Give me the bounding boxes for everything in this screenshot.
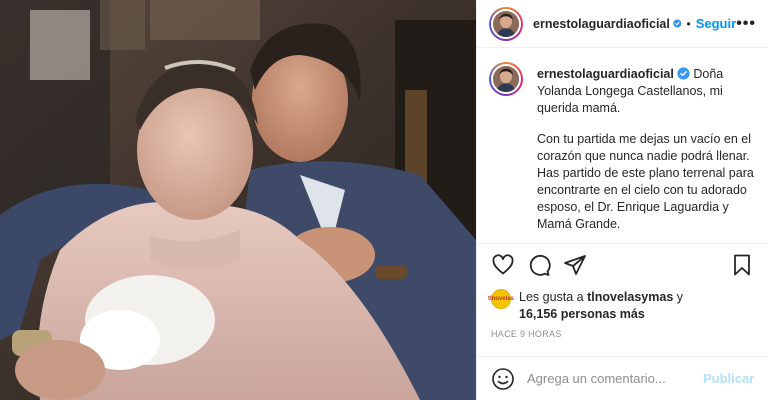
publish-button[interactable]: Publicar bbox=[703, 371, 754, 386]
post-header: ernestolaguardiaoficial • Seguir ••• bbox=[477, 0, 768, 48]
post-timestamp[interactable]: HACE 9 HORAS bbox=[491, 329, 562, 339]
liker-badge-text: tlnovelas bbox=[488, 296, 515, 302]
follow-button[interactable]: Seguir bbox=[696, 16, 736, 31]
action-bar bbox=[477, 243, 768, 285]
post-caption: ernestolaguardiaoficial Doña Yolanda Lon… bbox=[477, 48, 768, 248]
liker-username[interactable]: tlnovelasymas bbox=[587, 290, 673, 304]
caption-username[interactable]: ernestolaguardiaoficial bbox=[537, 67, 674, 81]
comment-bar: Publicar bbox=[477, 356, 768, 400]
comment-icon[interactable] bbox=[527, 253, 551, 277]
caption-first-line: ernestolaguardiaoficial Doña Yolanda Lon… bbox=[537, 66, 754, 117]
likes-count[interactable]: 16,156 personas más bbox=[519, 307, 645, 321]
comment-input[interactable] bbox=[527, 371, 703, 386]
caption-text: ernestolaguardiaoficial Doña Yolanda Lon… bbox=[537, 66, 754, 233]
post-sidebar: ernestolaguardiaoficial • Seguir ••• ern… bbox=[476, 0, 768, 400]
likes-prefix: Les gusta a bbox=[519, 290, 584, 304]
separator-dot: • bbox=[686, 16, 691, 31]
verified-badge-icon bbox=[677, 67, 690, 80]
post-image bbox=[0, 0, 476, 400]
likes-conjunction: y bbox=[676, 290, 684, 304]
bookmark-icon[interactable] bbox=[730, 253, 754, 277]
smiley-icon[interactable] bbox=[491, 367, 515, 391]
caption-paragraph: Con tu partida me dejas un vacío en el c… bbox=[537, 132, 754, 231]
post-photo[interactable] bbox=[0, 0, 476, 400]
more-options-icon[interactable]: ••• bbox=[736, 15, 756, 33]
avatar-image bbox=[493, 10, 519, 37]
liker-avatar[interactable]: tlnovelas bbox=[488, 289, 515, 309]
caption-author-avatar[interactable] bbox=[489, 62, 523, 96]
verified-badge-icon bbox=[673, 19, 682, 28]
paper-plane-icon[interactable] bbox=[563, 253, 587, 277]
author-avatar[interactable] bbox=[489, 6, 523, 41]
likes-text: Les gusta a tlnovelasymas y 16,156 perso… bbox=[519, 289, 683, 323]
author-username[interactable]: ernestolaguardiaoficial bbox=[533, 17, 670, 31]
likes-summary: tlnovelas Les gusta a tlnovelasymas y 16… bbox=[488, 289, 754, 323]
avatar-image bbox=[493, 66, 519, 92]
heart-icon[interactable] bbox=[491, 253, 515, 277]
